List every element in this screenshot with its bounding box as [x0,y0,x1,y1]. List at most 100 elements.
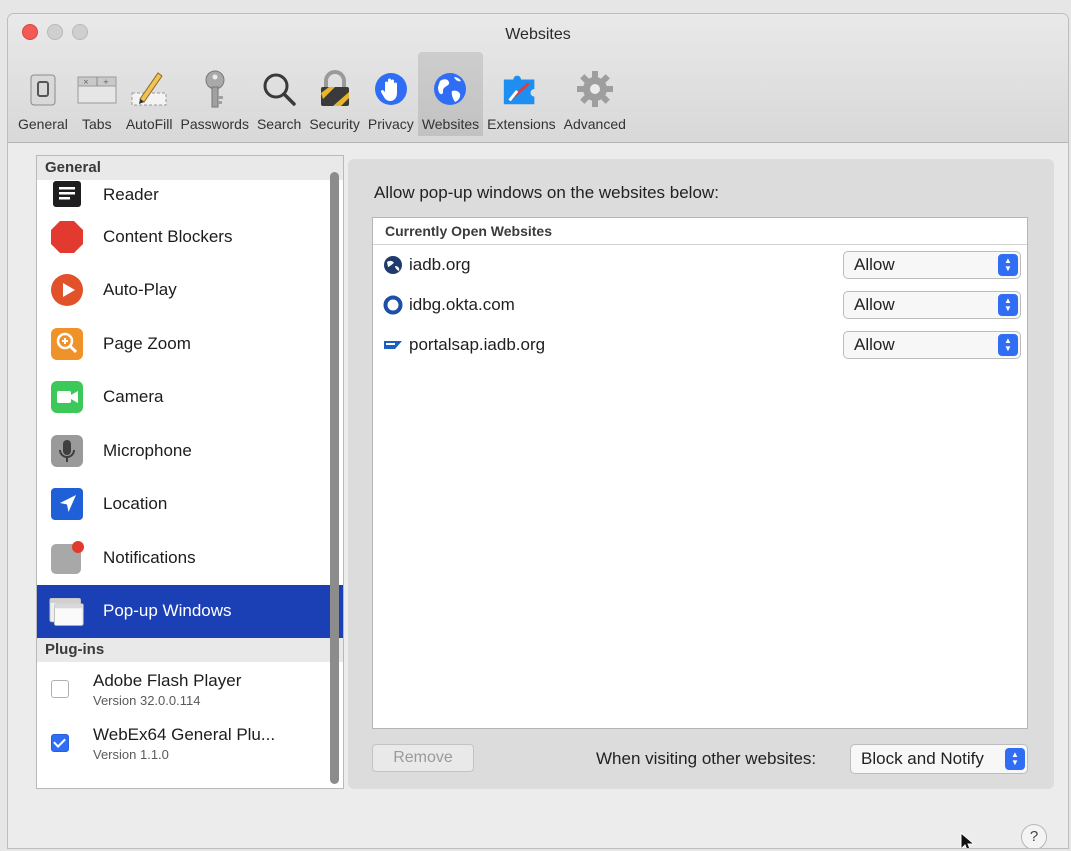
sidebar-header-plugins: Plug-ins [37,638,343,662]
site-domain: iadb.org [409,255,471,274]
sidebar-item-reader[interactable]: Reader [37,180,343,210]
sidebar-item-content-blockers[interactable]: Content Blockers [37,210,343,264]
tab-advanced[interactable]: Advanced [560,52,630,136]
site-popup-setting-select[interactable]: Allow ▲ ▼ [843,331,1021,359]
sidebar-item-label: Location [103,494,168,514]
preferences-window: Websites General × + Tabs AutoFill Passw… [8,14,1068,848]
lock-icon [314,68,356,110]
microphone-icon [49,433,85,469]
site-domain: portalsap.iadb.org [409,335,546,354]
tabs-icon: × + [76,68,118,110]
other-websites-select[interactable]: Block and Notify ▲ ▼ [850,744,1028,774]
plugin-version: Version 32.0.0.114 [93,692,201,708]
sidebar-item-label: Camera [103,387,164,407]
sidebar-header-general: General [37,156,343,180]
sidebar-item-microphone[interactable]: Microphone [37,424,343,478]
chevron-updown-icon: ▲ ▼ [998,334,1018,356]
plugin-enable-checkbox[interactable] [51,734,69,752]
sidebar-item-camera[interactable]: Camera [37,371,343,425]
autofill-icon [128,68,170,110]
tab-label: Websites [421,116,480,132]
popup-windows-icon [49,593,85,629]
select-value: Allow [854,255,895,274]
globe-icon [429,68,471,110]
settings-pane: Allow pop-up windows on the websites bel… [348,159,1054,789]
tab-general[interactable]: General [14,52,72,136]
select-value: Allow [854,295,895,314]
tab-autofill[interactable]: AutoFill [122,52,177,136]
puzzle-icon [500,68,542,110]
table-row[interactable]: idbg.okta.com Allow ▲ ▼ [373,285,1027,325]
svg-text:×: × [83,78,89,86]
sidebar-item-label: Reader [103,185,159,204]
title-bar: Websites General × + Tabs AutoFill Passw… [8,14,1068,143]
websites-table: Currently Open Websites iadb.org Allow ▲… [372,217,1028,729]
sidebar-item-label: Content Blockers [103,226,233,246]
sidebar-scrollbar[interactable] [330,172,339,784]
tab-search[interactable]: Search [253,52,305,136]
table-row[interactable]: portalsap.iadb.org Allow ▲ ▼ [373,325,1027,365]
chevron-updown-icon: ▲ ▼ [998,254,1018,276]
plugin-enable-checkbox[interactable] [51,680,69,698]
plugin-name: Adobe Flash Player [93,670,242,690]
tab-websites[interactable]: Websites [417,52,484,136]
pane-heading: Allow pop-up windows on the websites bel… [374,183,719,202]
play-icon [49,272,85,308]
tab-extensions[interactable]: Extensions [483,52,559,136]
tab-privacy[interactable]: Privacy [364,52,418,136]
tab-tabs[interactable]: × + Tabs [72,52,122,136]
chevron-updown-icon: ▲ ▼ [1005,748,1025,770]
svg-text:+: + [103,78,109,86]
plugin-version: Version 1.1.0 [93,746,169,762]
chevron-updown-icon: ▲ ▼ [998,294,1018,316]
help-button[interactable]: ? [1021,824,1047,848]
location-icon [49,486,85,522]
sidebar-item-notifications[interactable]: Notifications [37,531,343,585]
sidebar-item-page-zoom[interactable]: Page Zoom [37,317,343,371]
reader-icon [49,181,85,209]
table-row[interactable]: iadb.org Allow ▲ ▼ [373,245,1027,285]
sidebar-item-auto-play[interactable]: Auto-Play [37,264,343,318]
sidebar-item-pop-up-windows[interactable]: Pop-up Windows [37,584,343,638]
okta-favicon [383,295,403,315]
sidebar-item-label: Pop-up Windows [103,601,232,621]
mouse-cursor-icon [960,831,976,848]
stop-icon [49,219,85,255]
tab-label: Advanced [563,116,626,132]
tab-label: AutoFill [125,116,173,132]
table-header: Currently Open Websites [373,218,1027,245]
preferences-toolbar: General × + Tabs AutoFill Passwords Sear… [14,50,630,136]
tab-label: General [18,116,68,132]
sidebar-item-label: Page Zoom [103,333,191,353]
tab-passwords[interactable]: Passwords [177,52,253,136]
zoom-icon [49,326,85,362]
sidebar-item-label: Microphone [103,440,192,460]
search-icon [258,68,300,110]
sap-favicon [383,335,403,355]
sidebar-item-label: Auto-Play [103,280,177,300]
tab-label: Extensions [487,116,556,132]
select-value: Allow [854,335,895,354]
tab-label: Search [256,116,302,132]
key-icon [194,68,236,110]
plugin-item: WebEx64 General Plu... Version 1.1.0 [37,716,343,770]
plugin-item: Adobe Flash Player Version 32.0.0.114 [37,662,343,716]
plugin-name: WebEx64 General Plu... [93,724,276,744]
tab-security[interactable]: Security [305,52,364,136]
notifications-icon [49,540,85,576]
camera-icon [49,379,85,415]
tab-label: Tabs [82,116,112,132]
remove-button[interactable]: Remove [372,744,474,772]
site-popup-setting-select[interactable]: Allow ▲ ▼ [843,291,1021,319]
iadb-favicon [383,255,403,275]
sidebar-item-location[interactable]: Location [37,478,343,532]
tab-label: Security [309,116,360,132]
site-popup-setting-select[interactable]: Allow ▲ ▼ [843,251,1021,279]
gear-icon [574,68,616,110]
tab-label: Passwords [180,116,249,132]
select-value: Block and Notify [861,749,984,768]
sidebar-item-label: Notifications [103,547,196,567]
settings-sidebar: General Reader Content Blockers Auto-Pla… [36,155,344,789]
hand-icon [370,68,412,110]
window-title: Websites [505,26,571,43]
